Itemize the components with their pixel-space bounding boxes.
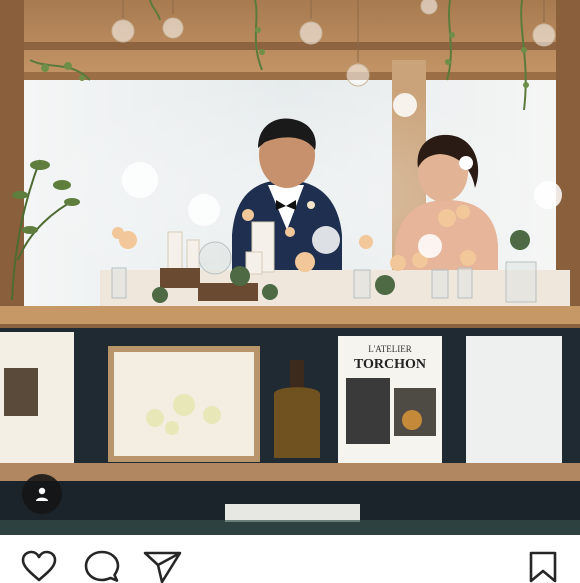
share-button[interactable] (143, 551, 183, 583)
post-action-bar (0, 535, 580, 583)
book-title-1: L'ATELIER (368, 344, 412, 354)
wedding-photo: L'ATELIER TORCHON (0, 0, 580, 535)
bookmark-icon (529, 551, 557, 583)
post-photo[interactable]: L'ATELIER TORCHON (0, 0, 580, 535)
comment-icon (84, 550, 120, 582)
person-icon (36, 487, 48, 501)
comment-button[interactable] (82, 550, 122, 582)
save-button[interactable] (523, 551, 563, 583)
heart-icon (21, 550, 57, 582)
paper-plane-icon (143, 551, 182, 583)
book-title-2: TORCHON (354, 357, 426, 372)
user-tag-button[interactable] (22, 474, 62, 514)
like-button[interactable] (19, 550, 59, 582)
